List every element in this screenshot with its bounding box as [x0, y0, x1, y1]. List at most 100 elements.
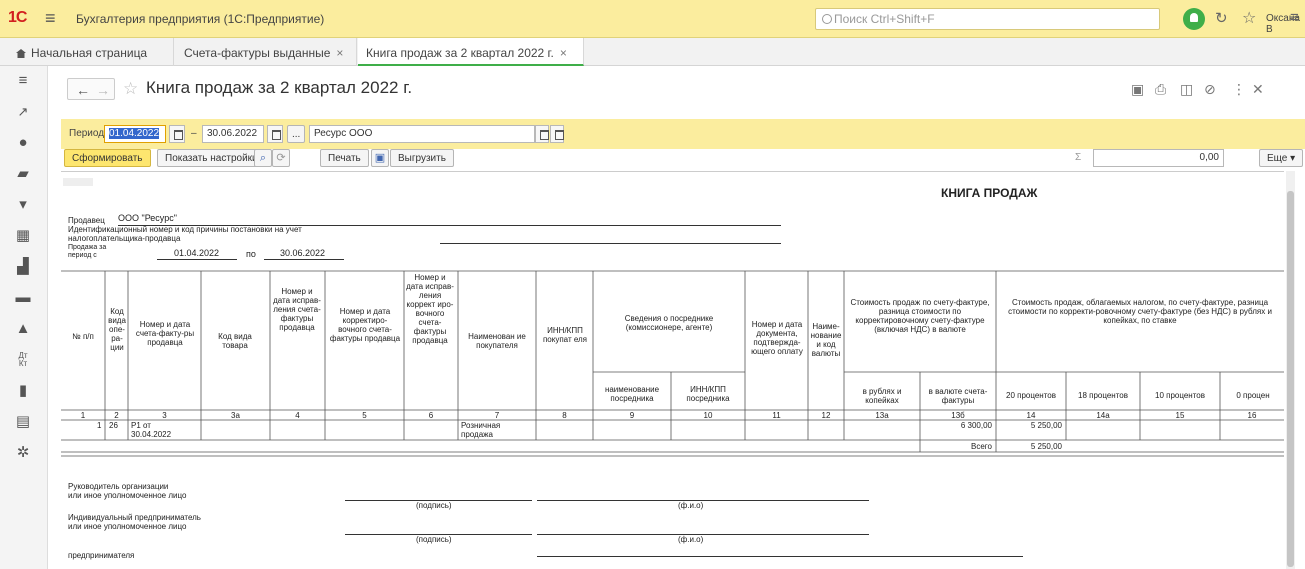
- calendar-icon[interactable]: [169, 125, 185, 143]
- row-invoice: Р1 от 30.04.2022: [131, 421, 172, 439]
- tab-label: Книга продаж за 2 квартал 2022 г.: [366, 46, 554, 60]
- col-header-6: Номер и дата исправ-ления коррект иро-во…: [406, 273, 454, 345]
- report-toolbar: Сформировать Показать настройки ⌕ ⟳ Печа…: [61, 149, 1305, 167]
- sidebar-accounting-icon[interactable]: Дт Кт: [14, 352, 32, 368]
- organization-input[interactable]: Ресурс ООО: [309, 125, 535, 143]
- col-number: 16: [1247, 411, 1257, 420]
- close-icon[interactable]: ✕: [1252, 81, 1264, 98]
- col-header-8: ИНН/КПП покупат еля: [542, 326, 588, 344]
- col-number: 3а: [231, 411, 240, 420]
- scrollbar-thumb[interactable]: [1287, 191, 1294, 567]
- show-settings-button[interactable]: Показать настройки: [157, 149, 266, 167]
- col-number: 3: [162, 411, 167, 420]
- favorite-star-icon[interactable]: ☆: [123, 79, 138, 99]
- open-icon[interactable]: [550, 125, 564, 143]
- dropdown-icon[interactable]: [535, 125, 549, 143]
- sidebar-warehouse-icon[interactable]: ▦: [14, 228, 32, 244]
- sign1-sub: (подпись): [416, 501, 452, 510]
- search-input[interactable]: Поиск Ctrl+Shift+F: [815, 8, 1160, 30]
- period-dash: –: [191, 128, 197, 139]
- sign3-label: предпринимателя: [68, 551, 135, 560]
- period-label: Период:: [69, 128, 107, 139]
- home-icon: [16, 49, 26, 58]
- history-icon[interactable]: ↻: [1215, 9, 1228, 27]
- top-bar: 1С ≡ Бухгалтерия предприятия (1С:Предпри…: [0, 0, 1305, 38]
- sidebar-sales-icon[interactable]: ▾: [14, 197, 32, 213]
- search-icon[interactable]: ⌕: [254, 149, 272, 167]
- close-tab-icon[interactable]: ×: [336, 46, 343, 60]
- back-icon[interactable]: ←: [76, 82, 90, 98]
- sidebar-bank-icon[interactable]: ●: [14, 135, 32, 151]
- total-20: 5 250,00: [1030, 442, 1062, 451]
- sidebar-purchases-icon[interactable]: ▰: [14, 166, 32, 182]
- col-header-10: ИНН/КПП посредника: [686, 385, 730, 403]
- more-button[interactable]: Еще ▾: [1259, 149, 1304, 167]
- tab-home[interactable]: Начальная страница: [8, 38, 174, 66]
- preview-icon[interactable]: ◫: [1180, 81, 1193, 98]
- link-icon[interactable]: ⊘: [1204, 81, 1216, 98]
- sidebar-admin-icon[interactable]: ✲: [14, 445, 32, 461]
- main-menu-icon[interactable]: ≡: [45, 9, 56, 27]
- sidebar-production-icon[interactable]: ▟: [14, 259, 32, 275]
- row-buyer: Розничная продажа: [461, 421, 501, 439]
- col-number: 2: [114, 411, 119, 420]
- calendar-icon[interactable]: [267, 125, 283, 143]
- generate-button[interactable]: Сформировать: [64, 149, 151, 167]
- sidebar-reports-icon[interactable]: ▮: [14, 383, 32, 399]
- sum-value: 0,00: [1199, 152, 1219, 163]
- total-label: Всего: [971, 442, 992, 451]
- app-logo[interactable]: 1С: [8, 9, 32, 29]
- organization-value: Ресурс ООО: [314, 128, 373, 139]
- favorites-star-icon[interactable]: ☆: [1242, 8, 1256, 28]
- col-header-9-10: Сведения о посреднике (комиссионере, аге…: [624, 314, 714, 332]
- search-placeholder: Поиск Ctrl+Shift+F: [834, 12, 935, 26]
- more-icon[interactable]: ⋮: [1232, 81, 1246, 98]
- col-header-7: Наименован ие покупателя: [468, 332, 526, 350]
- col-header-15: 10 процентов: [1155, 391, 1205, 400]
- col-number: 13б: [951, 411, 965, 420]
- user-name[interactable]: Оксана В: [1266, 13, 1305, 35]
- col-header-9: наименование посредника: [604, 385, 660, 403]
- col-number: 15: [1175, 411, 1185, 420]
- report-scrollbar[interactable]: [1286, 171, 1295, 569]
- sidebar-directories-icon[interactable]: ▤: [14, 414, 32, 430]
- sidebar-monitor-icon[interactable]: ↗: [14, 104, 32, 120]
- print-icon[interactable]: ⎙: [1155, 81, 1166, 98]
- tab-sales-book[interactable]: Книга продаж за 2 квартал 2022 г. ×: [358, 38, 584, 66]
- period-from-value: 01.04.2022: [109, 128, 160, 139]
- row-amount-20: 5 250,00: [1030, 421, 1062, 430]
- period-from-input[interactable]: 01.04.2022: [104, 125, 166, 143]
- export-button[interactable]: Выгрузить: [390, 149, 454, 167]
- col-number: 11: [772, 411, 781, 420]
- notifications-icon[interactable]: [1183, 8, 1205, 30]
- save-icon[interactable]: ▣: [1131, 81, 1144, 98]
- col-header-2: Код вида опе-ра-ции: [108, 307, 126, 352]
- search-icon: [822, 14, 832, 24]
- settings-menu-icon[interactable]: ≡: [1290, 9, 1299, 26]
- period-to-input[interactable]: 30.06.2022: [202, 125, 264, 143]
- print-button[interactable]: Печать: [320, 149, 369, 167]
- col-header-11: Номер и дата документа, подтвержда-ющего…: [751, 320, 803, 356]
- page-title: Книга продаж за 2 квартал 2022 г.: [146, 78, 413, 97]
- col-number: 12: [821, 411, 831, 420]
- row-number: 1: [97, 421, 102, 430]
- sidebar-menu-icon[interactable]: ≡: [14, 73, 32, 89]
- col-header-14-16: Стоимость продаж, облагаемых налогом, по…: [1008, 298, 1272, 325]
- fio2-sub: (ф.и.о): [678, 535, 704, 544]
- tab-label: Начальная страница: [31, 46, 148, 60]
- col-number: 10: [703, 411, 713, 420]
- table-grid: [61, 270, 1284, 457]
- col-header-14a: 18 процентов: [1078, 391, 1128, 400]
- sidebar-staff-icon[interactable]: ▲: [14, 321, 32, 337]
- save-icon[interactable]: ▣: [371, 149, 389, 167]
- period-select-button[interactable]: ...: [287, 125, 306, 143]
- forward-icon[interactable]: →: [96, 82, 110, 98]
- col-header-13: Стоимость продаж по счету-фактуре, разни…: [850, 298, 990, 334]
- tab-invoices-issued[interactable]: Счета-фактуры выданные ×: [176, 38, 357, 66]
- close-tab-icon[interactable]: ×: [560, 46, 567, 60]
- search-clear-icon[interactable]: ⟳: [272, 149, 290, 167]
- col-number: 7: [494, 411, 500, 420]
- sum-field: 0,00: [1093, 149, 1224, 167]
- col-number: 13а: [875, 411, 889, 420]
- sidebar-os-icon[interactable]: ▬: [14, 290, 32, 306]
